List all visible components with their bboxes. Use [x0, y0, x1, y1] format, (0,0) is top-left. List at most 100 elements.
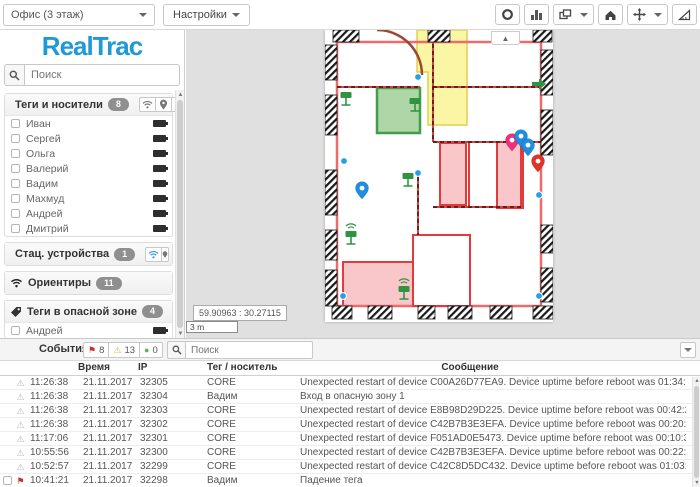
wifi-icon — [142, 100, 153, 109]
home-icon — [604, 9, 617, 21]
item-checkbox[interactable] — [11, 134, 20, 143]
column-message: Сообщение — [300, 362, 640, 373]
pin-filter-button[interactable] — [155, 97, 172, 112]
charts-button[interactable] — [524, 4, 549, 25]
zone-danger-pink — [440, 143, 466, 205]
search-input[interactable] — [24, 64, 180, 86]
item-checkbox[interactable] — [11, 326, 20, 335]
chevron-down-icon — [232, 13, 240, 17]
wifi-icon — [10, 278, 23, 288]
sidebar-scrollbar[interactable]: ▲ ▼ — [175, 90, 184, 338]
move-button[interactable] — [627, 4, 668, 25]
tag-list-item[interactable]: Ольга — [5, 146, 172, 161]
tag-list-item[interactable]: Махмуд — [5, 191, 172, 206]
map-collapse-button[interactable]: ▲ — [491, 31, 520, 45]
event-time: 11:26:38 — [30, 404, 80, 418]
battery-icon — [153, 180, 166, 187]
events-badges: ⚑ 8 ⚠ 13 ● 0 — [83, 342, 163, 358]
battery-icon — [153, 225, 166, 232]
event-row[interactable]: ⚠11:17:0621.11.201732301COREUnexpected r… — [0, 432, 700, 446]
events-scrollbar[interactable]: ▲ ▼ — [692, 377, 700, 487]
danger-list: Андрей — [5, 323, 172, 338]
item-checkbox[interactable] — [11, 224, 20, 233]
anchor-dot[interactable] — [536, 192, 543, 199]
event-message: Unexpected restart of device F051AD0E547… — [300, 432, 686, 446]
battery-icon — [153, 135, 166, 142]
event-row[interactable]: ⚠10:52:5721.11.201732299COREUnexpected r… — [0, 460, 700, 474]
tag-list-item[interactable]: Андрей — [5, 323, 172, 338]
item-label: Вадим — [26, 178, 147, 190]
tag-list-item[interactable]: Вадим — [5, 176, 172, 191]
event-row[interactable]: ⚠10:55:5621.11.201732300COREUnexpected r… — [0, 446, 700, 460]
event-row[interactable]: ⚑10:41:2121.11.201732298ВадимПадение тег… — [0, 474, 700, 487]
tag-list-item[interactable]: Сергей — [5, 131, 172, 146]
flag-icon: ⚑ — [14, 474, 27, 487]
measure-button[interactable] — [672, 4, 697, 25]
event-row[interactable]: ⚠11:26:3821.11.201732305COREUnexpected r… — [0, 376, 700, 390]
scroll-up-icon[interactable]: ▲ — [693, 377, 700, 385]
item-checkbox[interactable] — [11, 119, 20, 128]
panel-title: Ориентиры — [28, 277, 91, 289]
tag-list-item[interactable]: Валерий — [5, 161, 172, 176]
panel-danger-header[interactable]: Теги в опасной зоне 4 — [5, 301, 172, 323]
scrollbar-thumb[interactable] — [177, 100, 183, 328]
panel-landmarks-header[interactable]: Ориентиры 11 — [5, 272, 172, 294]
event-checkbox[interactable] — [3, 476, 12, 485]
item-checkbox[interactable] — [11, 149, 20, 158]
sidebar: RealTrac Теги и носители 8 — [0, 30, 185, 338]
battery-icon — [153, 195, 166, 202]
event-ip: 32298 — [140, 474, 186, 487]
settings-button[interactable]: Настройки — [163, 4, 250, 26]
event-date: 21.11.2017 — [83, 376, 141, 390]
scroll-down-icon[interactable]: ▼ — [693, 479, 700, 487]
map-area[interactable]: ▲ 59.90963 : 30.27115 3 m — [186, 30, 700, 338]
item-checkbox[interactable] — [11, 194, 20, 203]
wifi-filter-button[interactable] — [145, 247, 162, 262]
anchor-dot[interactable] — [415, 74, 422, 81]
status-circle-button[interactable] — [495, 4, 520, 25]
events-body: ⚠11:26:3821.11.201732305COREUnexpected r… — [0, 376, 700, 487]
floor-select[interactable]: Офис (3 этаж) — [3, 4, 155, 26]
event-tag: CORE — [207, 404, 297, 418]
windows-button[interactable] — [553, 4, 594, 25]
tag-list-item[interactable]: Дмитрий — [5, 221, 172, 236]
tag-list-item[interactable]: Иван — [5, 116, 172, 131]
events-search-input[interactable] — [185, 341, 313, 359]
panel-tags: Теги и носители 8 — [4, 93, 173, 237]
home-button[interactable] — [598, 4, 623, 25]
count-badge: 1 — [114, 248, 135, 261]
anchor-dot[interactable] — [536, 293, 543, 300]
critical-badge[interactable]: ⚑ 8 — [83, 342, 109, 358]
panel-tags-header[interactable]: Теги и носители 8 — [5, 94, 172, 116]
scroll-up-icon[interactable]: ▲ — [176, 90, 185, 99]
anchor-dot[interactable] — [415, 170, 422, 177]
warning-icon: ⚠ — [14, 432, 27, 446]
event-message: Unexpected restart of device C00A26D77EA… — [300, 376, 686, 390]
wifi-filter-button[interactable] — [139, 97, 156, 112]
critical-count: 8 — [99, 345, 104, 356]
ok-badge[interactable]: ● 0 — [139, 342, 163, 358]
floor-plan[interactable] — [325, 30, 553, 322]
event-date: 21.11.2017 — [83, 404, 141, 418]
event-tag: CORE — [207, 432, 297, 446]
item-label: Иван — [26, 118, 147, 130]
item-checkbox[interactable] — [11, 179, 20, 188]
item-checkbox[interactable] — [11, 209, 20, 218]
events-filter-select[interactable] — [680, 342, 696, 358]
scrollbar-thumb[interactable] — [694, 386, 699, 478]
event-row[interactable]: ⚠11:26:3821.11.201732302COREUnexpected r… — [0, 418, 700, 432]
item-checkbox[interactable] — [11, 164, 20, 173]
event-row[interactable]: ⚠11:26:3821.11.201732304ВадимВход в опас… — [0, 390, 700, 404]
event-tag: Вадим — [207, 390, 297, 404]
tag-list-item[interactable]: Андрей — [5, 206, 172, 221]
anchor-dot[interactable] — [341, 158, 348, 165]
settings-label: Настройки — [173, 9, 227, 21]
event-row[interactable]: ⚠11:26:3821.11.201732303COREUnexpected r… — [0, 404, 700, 418]
wifi-icon — [148, 250, 159, 259]
pin-filter-button[interactable] — [161, 247, 169, 262]
warning-badge[interactable]: ⚠ 13 — [108, 342, 140, 358]
panel-stationary-header[interactable]: Стац. устройства 1 — [5, 243, 172, 265]
battery-icon — [153, 210, 166, 217]
scroll-down-icon[interactable]: ▼ — [176, 329, 185, 338]
anchor-dot[interactable] — [340, 293, 347, 300]
